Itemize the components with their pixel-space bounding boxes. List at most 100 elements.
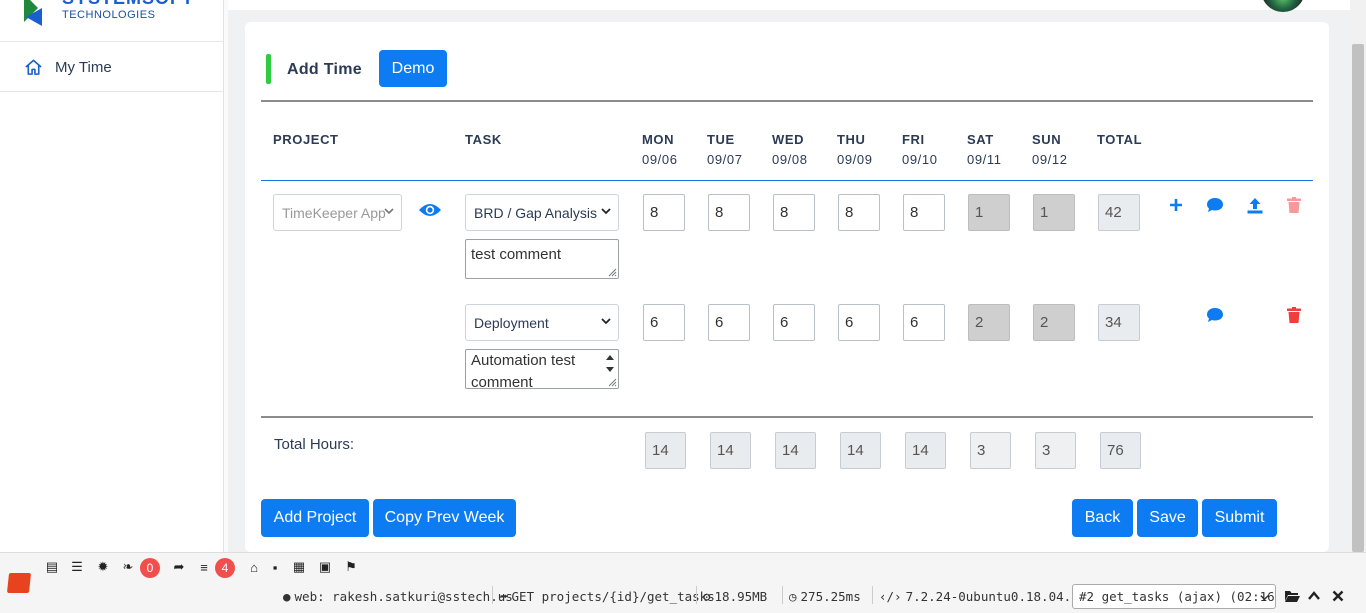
messages-tab-icon[interactable]: ▤ — [45, 559, 59, 574]
debug-php-version[interactable]: ‹/› 7.2.24-0ubuntu0.18.04.8 — [879, 589, 1079, 604]
sidebar-item-label: My Time — [55, 58, 112, 76]
task-comment-textarea[interactable]: Automation test comment — [465, 349, 619, 389]
debug-user[interactable]: ● web: rakesh.satkuri@sstech.us — [283, 589, 513, 604]
top-bar — [228, 0, 1350, 10]
mail-inbox-icon[interactable]: ⌂ — [247, 560, 261, 575]
messages-count-badge: 0 — [140, 558, 160, 578]
hours-input-tue[interactable]: 6 — [708, 304, 750, 341]
column-header-mon: MON 09/06 — [642, 130, 678, 170]
chevron-up-icon[interactable] — [1307, 591, 1321, 601]
hours-input-fri[interactable]: 6 — [903, 304, 945, 341]
hours-input-wed[interactable]: 6 — [773, 304, 815, 341]
day-name: THU — [837, 132, 866, 147]
day-date: 09/11 — [967, 152, 1002, 167]
debug-php-text: 7.2.24-0ubuntu0.18.04.8 — [905, 589, 1079, 604]
debug-user-text: web: rakesh.satkuri@sstech.us — [294, 589, 513, 604]
total-fri: 14 — [905, 432, 946, 469]
hours-input-mon[interactable]: 6 — [643, 304, 685, 341]
total-sun: 3 — [1035, 432, 1076, 469]
day-name: SUN — [1032, 132, 1062, 147]
queries-count-badge: 4 — [215, 558, 235, 578]
comment-icon[interactable] — [1206, 197, 1224, 213]
column-header-sun: SUN 09/12 — [1032, 130, 1068, 170]
delete-icon-disabled[interactable] — [1287, 197, 1301, 213]
total-sat: 3 — [970, 432, 1011, 469]
table-header-divider — [261, 180, 1313, 181]
submit-button[interactable]: Submit — [1202, 499, 1277, 537]
page-scrollbar[interactable] — [1350, 0, 1366, 552]
hours-input-thu[interactable]: 6 — [838, 304, 880, 341]
comment-icon[interactable] — [1206, 307, 1224, 323]
column-header-sat: SAT 09/11 — [967, 130, 1002, 170]
total-wed: 14 — [775, 432, 816, 469]
column-header-task: TASK — [465, 132, 502, 147]
view-eye-icon[interactable] — [418, 202, 442, 218]
request-archive-icon[interactable]: ▣ — [318, 559, 332, 574]
header-divider — [261, 100, 1313, 102]
brand-subtitle: TECHNOLOGIES — [62, 9, 156, 21]
column-header-wed: WED 09/08 — [772, 130, 808, 170]
column-header-total: TOTAL — [1097, 132, 1143, 147]
day-name: TUE — [707, 132, 735, 147]
task-select[interactable]: Deployment — [465, 304, 619, 341]
exceptions-bug-icon[interactable]: ✹ — [96, 559, 110, 574]
hours-input-wed[interactable]: 8 — [773, 194, 815, 231]
day-date: 09/06 — [642, 152, 678, 167]
task-select-value: BRD / Gap Analysis — [474, 204, 597, 221]
day-date: 09/09 — [837, 152, 873, 167]
back-button[interactable]: Back — [1072, 499, 1133, 537]
share-icon: ➦ — [500, 589, 508, 604]
copy-prev-week-button[interactable]: Copy Prev Week — [373, 499, 516, 537]
add-project-button[interactable]: Add Project — [261, 499, 369, 537]
day-name: MON — [642, 132, 675, 147]
title-accent-bar — [266, 54, 271, 84]
debug-route[interactable]: ➦ GET projects/{id}/get_tasks — [500, 589, 715, 604]
total-hours-label: Total Hours: — [274, 436, 355, 453]
sidebar: SYSTEMSOFT TECHNOLOGIES My Time — [0, 0, 224, 552]
add-task-icon[interactable] — [1169, 198, 1183, 212]
resize-grip-icon[interactable] — [607, 267, 617, 277]
save-button[interactable]: Save — [1137, 499, 1198, 537]
hours-input-tue[interactable]: 8 — [708, 194, 750, 231]
session-tab-icon[interactable]: ▦ — [292, 559, 306, 574]
chevron-down-icon — [384, 208, 394, 215]
hours-input-sat[interactable]: 2 — [968, 304, 1010, 341]
task-select[interactable]: BRD / Gap Analysis — [465, 194, 619, 231]
route-share-icon[interactable]: ➦ — [172, 559, 186, 574]
debug-time[interactable]: ◷ 275.25ms — [789, 589, 861, 604]
open-folder-icon[interactable] — [1284, 589, 1300, 603]
project-select[interactable]: TimeKeeper App — [273, 194, 402, 231]
textarea-scroll-arrows-icon[interactable] — [604, 352, 616, 376]
hours-input-sun[interactable]: 2 — [1033, 304, 1075, 341]
debug-memory[interactable]: ⚙ 18.95MB — [703, 589, 767, 604]
row-total: 34 — [1098, 304, 1140, 341]
sidebar-edge — [224, 0, 228, 552]
hours-input-mon[interactable]: 8 — [643, 194, 685, 231]
auth-lock-icon[interactable]: ▪ — [268, 560, 282, 575]
sidebar-item-my-time[interactable]: My Time — [24, 58, 112, 76]
debug-time-text: 275.25ms — [800, 589, 861, 604]
debug-request-select[interactable]: #2 get_tasks (ajax) (02:16:2 — [1072, 584, 1276, 609]
user-icon: ● — [283, 589, 291, 604]
timeline-tab-icon[interactable]: ☰ — [70, 559, 84, 574]
delete-icon[interactable] — [1287, 307, 1301, 323]
hours-input-sat[interactable]: 1 — [968, 194, 1010, 231]
brand-logo[interactable]: SYSTEMSOFT TECHNOLOGIES — [24, 0, 214, 30]
hours-input-sun[interactable]: 1 — [1033, 194, 1075, 231]
hours-input-fri[interactable]: 8 — [903, 194, 945, 231]
queries-database-icon[interactable]: ≡ — [197, 560, 211, 575]
demo-button[interactable]: Demo — [379, 50, 447, 87]
laravel-logo-icon[interactable] — [6, 573, 32, 593]
hours-input-thu[interactable]: 8 — [838, 194, 880, 231]
scrollbar-thumb[interactable] — [1352, 44, 1364, 552]
upload-icon[interactable] — [1246, 196, 1264, 214]
tags-icon[interactable]: ⚑ — [344, 559, 358, 574]
day-date: 09/08 — [772, 152, 808, 167]
views-leaf-icon[interactable]: ❧ — [121, 559, 135, 574]
close-icon[interactable] — [1332, 590, 1344, 602]
task-comment-textarea[interactable]: test comment — [465, 239, 619, 279]
chevron-down-icon — [601, 208, 611, 215]
cogs-icon: ⚙ — [703, 589, 711, 604]
resize-grip-icon[interactable] — [607, 377, 617, 387]
day-date: 09/12 — [1032, 152, 1068, 167]
